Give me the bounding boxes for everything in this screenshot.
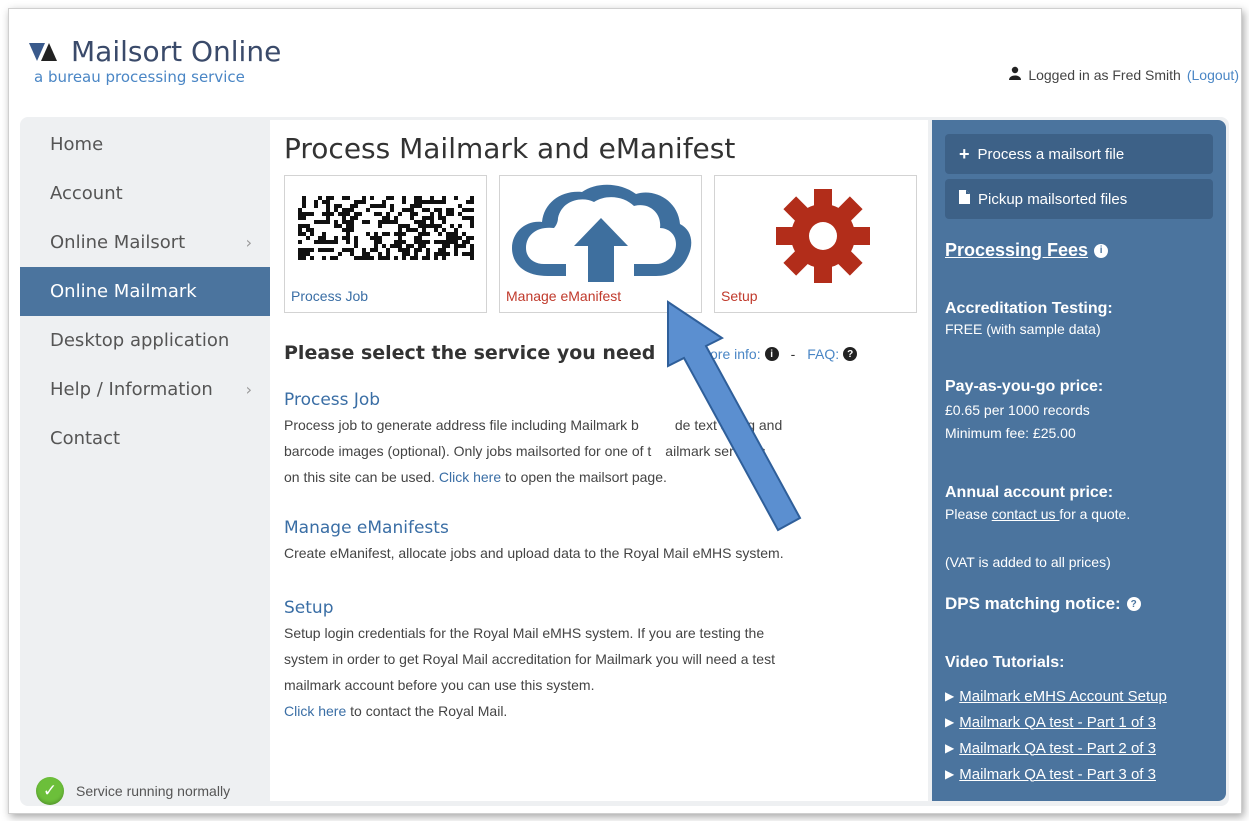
- play-icon: ▶: [945, 689, 955, 703]
- vat-note: (VAT is added to all prices): [945, 554, 1111, 570]
- process-mailsort-file-button[interactable]: + Process a mailsort file: [945, 134, 1213, 174]
- payg-heading: Pay-as-you-go price:: [945, 378, 1104, 395]
- mailsort-page-link[interactable]: Click here: [439, 469, 501, 485]
- login-text: Logged in as Fred Smith: [1028, 66, 1181, 83]
- check-circle-icon: ✓: [36, 777, 64, 805]
- section-text: Setup login credentials for the Royal Ma…: [284, 625, 765, 641]
- sidebar-item-online-mailsort[interactable]: Online Mailsort ›: [20, 218, 270, 267]
- cloud-upload-icon: [512, 184, 692, 282]
- video-link[interactable]: ▶ Mailmark eMHS Account Setup: [945, 683, 1220, 709]
- sidebar-item-label: Online Mailmark: [50, 281, 197, 302]
- gear-icon: [776, 189, 870, 283]
- right-panel: + Process a mailsort file Pickup mailsor…: [932, 120, 1226, 801]
- royal-mail-contact-link[interactable]: Click here: [284, 703, 346, 719]
- page-title: Process Mailmark and eManifest: [284, 132, 736, 165]
- play-icon: ▶: [945, 741, 955, 755]
- chevron-right-icon: ›: [245, 233, 252, 252]
- logo[interactable]: Mailsort Online a bureau processing serv…: [29, 38, 281, 86]
- sidebar-item-label: Contact: [50, 428, 121, 449]
- sidebar: Home Account Online Mailsort › Online Ma…: [20, 120, 270, 463]
- video-link[interactable]: ▶ Mailmark QA test - Part 3 of 3: [945, 761, 1220, 787]
- payg-minimum: Minimum fee: £25.00: [945, 425, 1076, 441]
- sidebar-item-label: Help / Information: [50, 379, 213, 400]
- annual-info: Annual account price: Please contact us …: [945, 484, 1220, 522]
- section-text: Process job to generate address file inc…: [284, 417, 639, 433]
- pickup-mailsorted-files-button[interactable]: Pickup mailsorted files: [945, 179, 1213, 219]
- sidebar-item-online-mailmark[interactable]: Online Mailmark: [20, 267, 270, 316]
- file-icon: [959, 190, 970, 208]
- video-link-label: Mailmark QA test - Part 2 of 3: [959, 739, 1156, 757]
- sidebar-item-help[interactable]: Help / Information ›: [20, 365, 270, 414]
- tile-label: Manage eManifest: [506, 288, 622, 304]
- logout-link[interactable]: (Logout): [1187, 67, 1239, 83]
- sidebar-item-label: Online Mailsort: [50, 232, 186, 253]
- question-icon[interactable]: ?: [1126, 597, 1141, 611]
- select-service-heading: Please select the service you need: [284, 342, 656, 364]
- section-text: to contact the Royal Mail.: [346, 703, 508, 719]
- dps-label: DPS matching notice:: [945, 594, 1121, 613]
- dps-notice[interactable]: DPS matching notice: ?: [945, 594, 1220, 614]
- video-link[interactable]: ▶ Mailmark QA test - Part 1 of 3: [945, 709, 1220, 735]
- processing-fees-link[interactable]: Processing Fees i: [945, 240, 1220, 261]
- sidebar-item-label: Desktop application: [50, 330, 230, 351]
- contact-us-link[interactable]: contact us: [992, 506, 1060, 522]
- sidebar-item-contact[interactable]: Contact: [20, 414, 270, 463]
- status-text: Service running normally: [76, 783, 231, 799]
- annotation-arrow: [667, 300, 802, 532]
- barcode-icon: [298, 196, 474, 260]
- annual-heading: Annual account price:: [945, 484, 1114, 501]
- payg-info: Pay-as-you-go price: £0.65 per 1000 reco…: [945, 378, 1220, 441]
- video-link-label: Mailmark eMHS Account Setup: [959, 687, 1167, 705]
- fees-title: Processing Fees: [945, 240, 1089, 260]
- tile-label: Process Job: [291, 288, 369, 304]
- video-tutorials-heading: Video Tutorials:: [945, 654, 1065, 671]
- service-status: ✓ Service running normally: [36, 777, 230, 805]
- annual-text: Please: [945, 506, 992, 522]
- section-text: mailmark account before you can use this…: [284, 677, 595, 693]
- video-link-label: Mailmark QA test - Part 1 of 3: [959, 713, 1156, 731]
- logo-subtitle: a bureau processing service: [34, 68, 245, 86]
- section-text: system in order to get Royal Mail accred…: [284, 651, 775, 667]
- chevron-right-icon: ›: [245, 380, 252, 399]
- logo-title: Mailsort Online: [71, 35, 282, 68]
- question-icon[interactable]: ?: [843, 347, 858, 361]
- login-status: Logged in as Fred Smith (Logout): [1008, 66, 1239, 83]
- user-icon: [1008, 66, 1022, 83]
- accreditation-info: Accreditation Testing: FREE (with sample…: [945, 300, 1220, 337]
- video-link-label: Mailmark QA test - Part 3 of 3: [959, 765, 1156, 783]
- section-text: Create eManifest, allocate jobs and uplo…: [284, 545, 784, 561]
- plus-icon: +: [959, 143, 970, 164]
- video-link[interactable]: ▶ Mailmark QA test - Part 2 of 3: [945, 735, 1220, 761]
- video-list: ▶ Mailmark eMHS Account Setup ▶ Mailmark Q…: [945, 683, 1220, 787]
- sidebar-item-home[interactable]: Home: [20, 120, 270, 169]
- section-title[interactable]: Setup: [284, 598, 914, 618]
- play-icon: ▶: [945, 767, 955, 781]
- sidebar-item-desktop-application[interactable]: Desktop application: [20, 316, 270, 365]
- section-text: on this site can be used.: [284, 469, 439, 485]
- sidebar-item-label: Account: [50, 183, 123, 204]
- annual-text: for a quote.: [1059, 506, 1131, 522]
- tile-process-job[interactable]: Process Job: [284, 175, 487, 313]
- payg-rate: £0.65 per 1000 records: [945, 402, 1090, 418]
- accreditation-text: FREE (with sample data): [945, 321, 1101, 337]
- info-icon[interactable]: i: [1094, 243, 1109, 258]
- button-label: Pickup mailsorted files: [978, 190, 1128, 208]
- accreditation-heading: Accreditation Testing:: [945, 300, 1113, 317]
- sidebar-item-label: Home: [50, 134, 104, 155]
- play-icon: ▶: [945, 715, 955, 729]
- main-content: Process Mailmark and eManifest Process J…: [270, 120, 928, 801]
- section-text: barcode images (optional). Only jobs mai…: [284, 443, 652, 459]
- button-label: Process a mailsort file: [977, 145, 1125, 163]
- logo-triangles-icon: [29, 41, 67, 63]
- section-setup: Setup Setup login credentials for the Ro…: [284, 598, 914, 724]
- sidebar-item-account[interactable]: Account: [20, 169, 270, 218]
